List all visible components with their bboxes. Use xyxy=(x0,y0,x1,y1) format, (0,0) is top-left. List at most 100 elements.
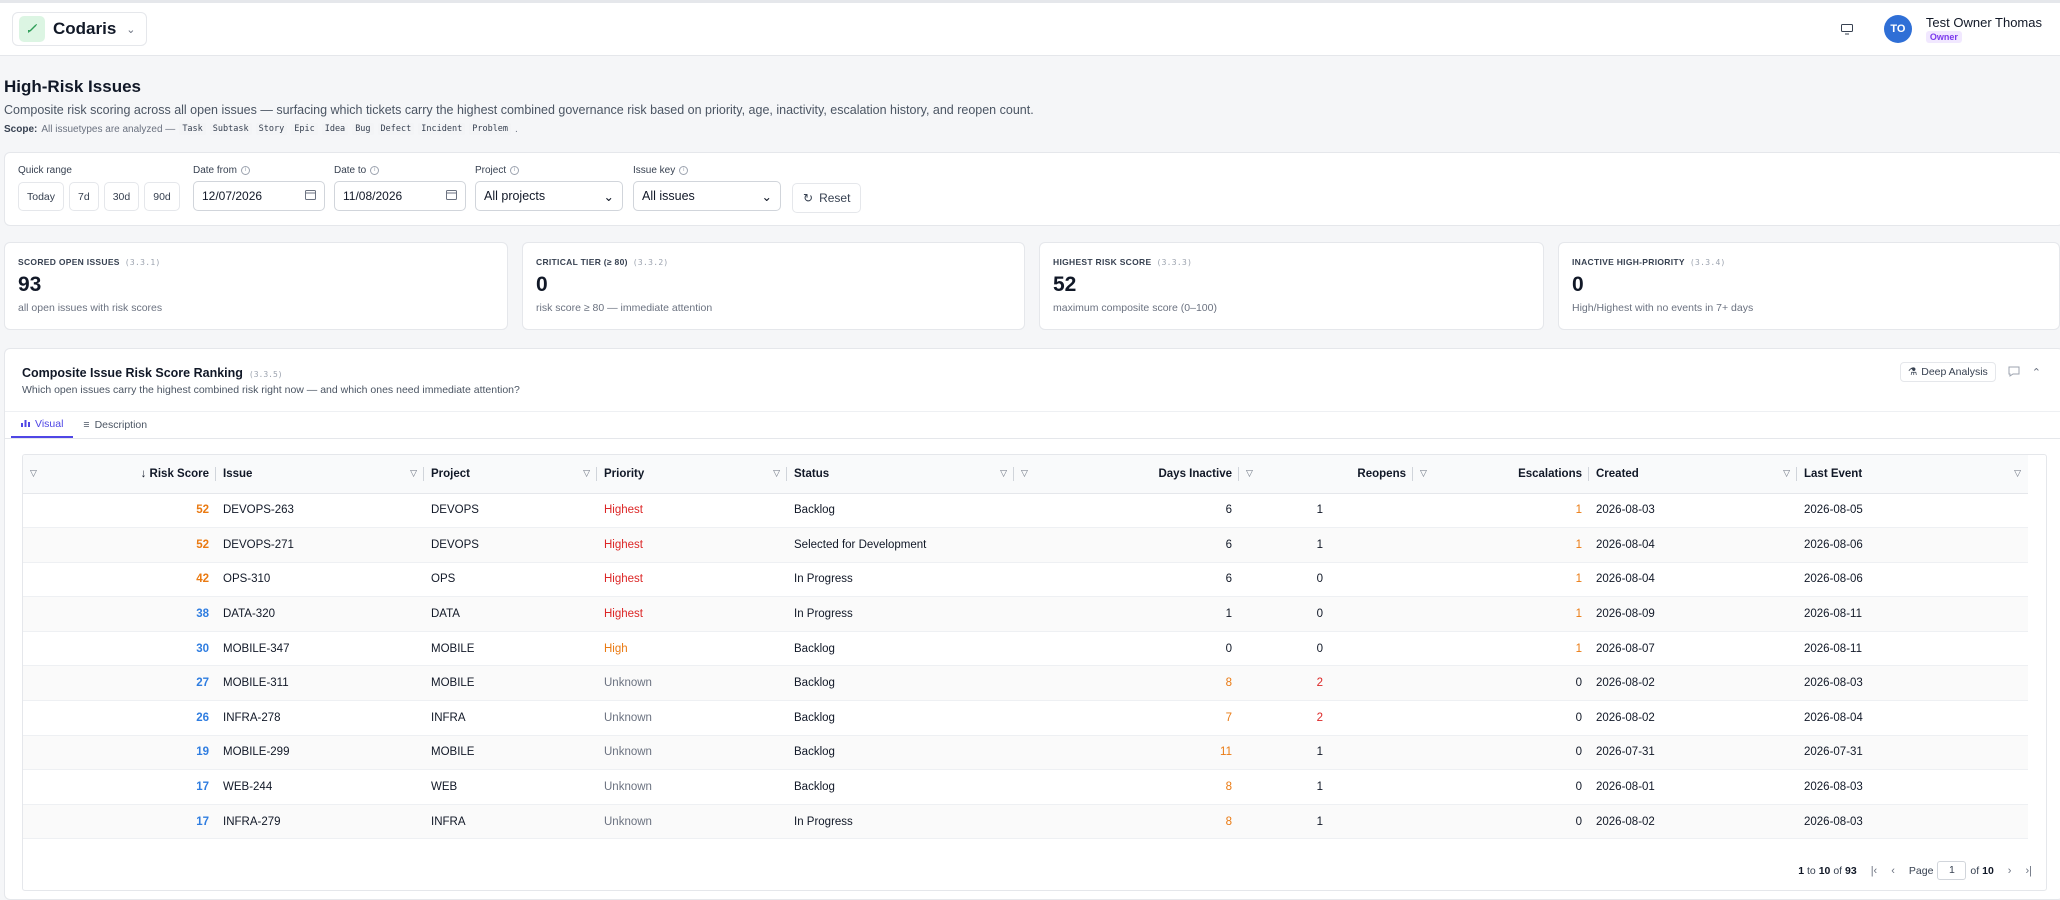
issuetype-chip: Task xyxy=(179,123,206,135)
cell-priority: Highest xyxy=(597,562,787,598)
cell-escalations: 1 xyxy=(1413,631,1589,667)
page-input[interactable]: 1 xyxy=(1937,861,1967,880)
column-header-escalations[interactable]: ▽ Escalations xyxy=(1413,455,1589,494)
column-header-issue[interactable]: Issue ▽ xyxy=(216,455,424,494)
cell-risk-score: 17 xyxy=(23,804,216,840)
quick-range-today-button[interactable]: Today xyxy=(18,182,65,211)
issuetype-chip: Epic xyxy=(291,123,318,135)
user-menu[interactable]: Test Owner Thomas Owner xyxy=(1925,15,2042,43)
deep-analysis-button[interactable]: ⚗ Deep Analysis xyxy=(1899,362,1996,382)
row-range: 1 to 10 of 93 xyxy=(1798,864,1857,877)
table-row[interactable]: 26 INFRA-278 INFRA Unknown Backlog 7 2 0 2026-08… xyxy=(23,700,2028,736)
monitor-icon[interactable] xyxy=(1838,20,1856,38)
avatar[interactable]: TO xyxy=(1883,15,1912,43)
filter-icon[interactable]: ▽ xyxy=(410,468,417,479)
cell-priority: High xyxy=(597,631,787,667)
column-header-created[interactable]: Created ▽ xyxy=(1589,455,1797,494)
issuetype-chip: Bug xyxy=(352,123,374,135)
risk-table: ▽ ↓ Risk Score Issue ▽ Project ▽ Priority ▽ … xyxy=(22,454,2047,891)
date-from-input[interactable]: 12/07/2026 xyxy=(193,181,325,211)
cell-status: Backlog xyxy=(787,700,1014,736)
table-header-row: ▽ ↓ Risk Score Issue ▽ Project ▽ Priority ▽ … xyxy=(23,455,2028,494)
tab-visual[interactable]: Visual xyxy=(11,412,74,438)
text-lines-icon: ≡ xyxy=(83,419,90,431)
column-label: Risk Score xyxy=(149,467,209,480)
quick-range-90d-button[interactable]: 90d xyxy=(144,182,180,211)
cell-priority: Unknown xyxy=(597,735,787,771)
cell-status: In Progress xyxy=(787,596,1014,632)
table-row[interactable]: 38 DATA-320 DATA Highest In Progress 1 0 1 2026-… xyxy=(23,596,2028,632)
cell-reopens: 0 xyxy=(1239,562,1413,598)
cell-last-event: 2026-08-03 xyxy=(1797,665,2028,702)
cell-issue: WEB-244 xyxy=(216,769,424,805)
comment-icon[interactable] xyxy=(2008,365,2020,380)
table-row[interactable]: 17 INFRA-279 INFRA Unknown In Progress 8 1 0 202… xyxy=(23,804,2028,840)
cell-issue: DATA-320 xyxy=(216,596,424,632)
cell-created: 2026-08-02 xyxy=(1589,665,1797,702)
cell-last-event: 2026-08-11 xyxy=(1797,596,2028,632)
rocket-icon xyxy=(19,16,45,42)
column-header-status[interactable]: Status ▽ xyxy=(787,455,1014,494)
table-row[interactable]: 17 WEB-244 WEB Unknown Backlog 8 1 0 2026-08-01 2… xyxy=(23,769,2028,805)
kpi-label: SCORED OPEN ISSUES xyxy=(18,257,120,267)
last-page-icon[interactable]: ›| xyxy=(2025,865,2032,877)
column-header-days-inactive[interactable]: ▽ Days Inactive xyxy=(1014,455,1239,494)
calendar-icon[interactable] xyxy=(305,189,316,203)
workspace-switcher[interactable]: Codaris ⌄ xyxy=(12,12,147,46)
table-row[interactable]: 52 DEVOPS-263 DEVOPS Highest Backlog 6 1 1 2026-… xyxy=(23,493,2028,529)
table-row[interactable]: 30 MOBILE-347 MOBILE High Backlog 0 0 1 2026-08-… xyxy=(23,631,2028,667)
filter-icon[interactable]: ▽ xyxy=(1420,468,1427,479)
tab-description[interactable]: ≡ Description xyxy=(73,412,157,438)
scope-line: Scope: All issuetypes are analyzed — Tas… xyxy=(4,123,518,135)
filter-icon[interactable]: ▽ xyxy=(1783,468,1790,479)
table-row[interactable]: 27 MOBILE-311 MOBILE Unknown Backlog 8 2 0 2026-… xyxy=(23,665,2028,702)
quick-range-30d-button[interactable]: 30d xyxy=(103,182,140,211)
cell-project: INFRA xyxy=(424,804,597,840)
cell-status: Backlog xyxy=(787,769,1014,805)
table-row[interactable]: 52 DEVOPS-271 DEVOPS Highest Selected for De… xyxy=(23,527,2028,563)
kpi-code: (3.3.1) xyxy=(124,257,161,267)
reset-button[interactable]: ↻ Reset xyxy=(792,183,862,213)
filter-icon[interactable]: ▽ xyxy=(1021,468,1028,479)
next-page-icon[interactable]: › xyxy=(2008,865,2012,877)
cell-priority: Unknown xyxy=(597,700,787,736)
column-header-priority[interactable]: Priority ▽ xyxy=(597,455,787,494)
column-header-last-event[interactable]: Last Event ▽ xyxy=(1797,455,2028,494)
column-header-project[interactable]: Project ▽ xyxy=(424,455,597,494)
cell-risk-score: 19 xyxy=(23,735,216,771)
filter-icon[interactable]: ▽ xyxy=(1246,468,1253,479)
quick-range-7d-button[interactable]: 7d xyxy=(69,182,99,211)
chevron-up-icon[interactable]: ⌃ xyxy=(2032,366,2041,379)
cell-project: MOBILE xyxy=(424,631,597,667)
filter-icon[interactable]: ▽ xyxy=(583,468,590,479)
quick-range-label: Quick range xyxy=(18,165,72,176)
project-select-value: All projects xyxy=(484,189,546,203)
issuetype-chip: Defect xyxy=(377,123,415,135)
filter-icon[interactable]: ▽ xyxy=(773,468,780,479)
first-page-icon[interactable]: |‹ xyxy=(1871,865,1878,877)
column-header-reopens[interactable]: ▽ Reopens xyxy=(1239,455,1413,494)
project-select[interactable]: All projects ⌄ xyxy=(475,181,623,211)
filter-icon[interactable]: ▽ xyxy=(30,468,37,479)
cell-escalations: 0 xyxy=(1413,665,1589,702)
prev-page-icon[interactable]: ‹ xyxy=(1891,865,1895,877)
cell-reopens: 1 xyxy=(1239,527,1413,563)
filter-icon[interactable]: ▽ xyxy=(1000,468,1007,479)
date-to-input[interactable]: 11/08/2026 xyxy=(334,181,466,211)
cell-risk-score: 38 xyxy=(23,596,216,632)
info-icon: i xyxy=(510,166,520,175)
table-row[interactable]: 42 OPS-310 OPS Highest In Progress 6 0 1 2026-08… xyxy=(23,562,2028,598)
column-header-risk-score[interactable]: ▽ ↓ Risk Score xyxy=(23,455,216,494)
issue-key-select[interactable]: All issues ⌄ xyxy=(633,181,781,211)
page-label: Page xyxy=(1908,864,1934,877)
calendar-icon[interactable] xyxy=(446,189,457,203)
issuetype-chip: Incident xyxy=(418,123,466,135)
filter-icon[interactable]: ▽ xyxy=(2014,468,2021,479)
cell-status: Backlog xyxy=(787,735,1014,771)
cell-created: 2026-08-04 xyxy=(1589,527,1797,563)
cell-days-inactive: 8 xyxy=(1014,665,1239,702)
cell-issue: DEVOPS-271 xyxy=(216,527,424,563)
table-row[interactable]: 19 MOBILE-299 MOBILE Unknown Backlog 11 1 0 2026… xyxy=(23,735,2028,771)
kpi-card-critical-tier: CRITICAL TIER (≥ 80) (3.3.2) 0 risk score… xyxy=(522,242,1025,330)
info-icon: i xyxy=(679,166,689,175)
